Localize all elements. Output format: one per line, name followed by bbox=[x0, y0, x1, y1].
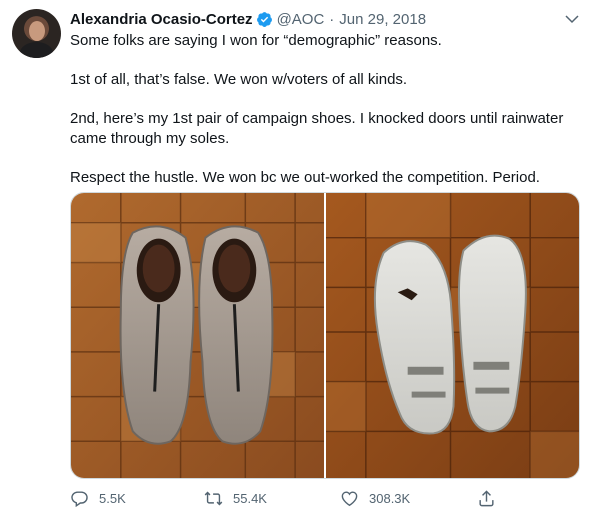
tweet-header: Alexandria Ocasio-Cortez @AOC · Jun 29, … bbox=[70, 9, 426, 29]
avatar[interactable] bbox=[12, 9, 61, 58]
share-icon bbox=[479, 489, 494, 506]
verified-badge-icon bbox=[256, 11, 272, 27]
tweet-text: Some folks are saying I won for “demogra… bbox=[70, 31, 580, 187]
tweet-media bbox=[70, 192, 580, 479]
tweet[interactable]: Alexandria Ocasio-Cortez @AOC · Jun 29, … bbox=[0, 0, 598, 518]
like-button[interactable]: 308.3K bbox=[340, 486, 410, 510]
reply-count: 5.5K bbox=[99, 490, 126, 506]
author-name[interactable]: Alexandria Ocasio-Cortez bbox=[70, 11, 253, 28]
tweet-actions: 5.5K 55.4K 308.3K bbox=[70, 486, 510, 510]
tweet-paragraph: 2nd, here’s my 1st pair of campaign shoe… bbox=[70, 110, 564, 147]
retweet-count: 55.4K bbox=[233, 490, 267, 506]
shoes-top-photo[interactable] bbox=[71, 193, 324, 478]
reply-icon bbox=[71, 490, 88, 507]
tweet-paragraph: Some folks are saying I won for “demogra… bbox=[70, 32, 442, 49]
tweet-date[interactable]: Jun 29, 2018 bbox=[339, 11, 426, 28]
author-handle[interactable]: @AOC bbox=[277, 11, 325, 28]
tweet-paragraph: 1st of all, that’s false. We won w/voter… bbox=[70, 71, 408, 88]
reply-button[interactable]: 5.5K bbox=[70, 486, 126, 510]
shoes-soles-photo[interactable] bbox=[326, 193, 579, 478]
like-count: 308.3K bbox=[369, 490, 411, 506]
retweet-icon bbox=[204, 491, 223, 505]
separator-dot: · bbox=[329, 10, 335, 28]
share-button[interactable] bbox=[477, 486, 506, 510]
heart-icon bbox=[341, 490, 358, 506]
tweet-paragraph: Respect the hustle. We won bc we out-wor… bbox=[70, 168, 540, 186]
retweet-button[interactable]: 55.4K bbox=[204, 486, 267, 510]
chevron-down-icon[interactable] bbox=[563, 10, 581, 28]
